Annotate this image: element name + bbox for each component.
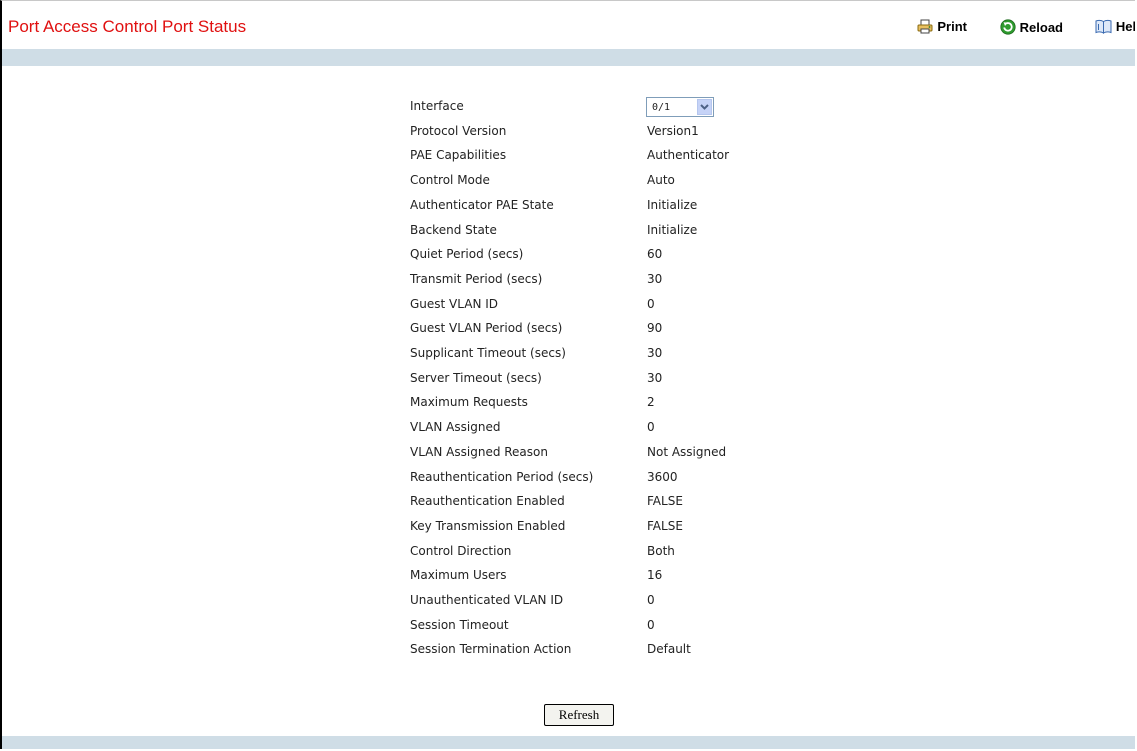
status-row: Reauthentication Enabled FALSE xyxy=(408,492,768,512)
reload-label: Reload xyxy=(1019,19,1063,35)
status-row-label: Reauthentication Enabled xyxy=(410,494,565,508)
status-row: Authenticator PAE State Initialize xyxy=(408,196,768,216)
status-row-label: Maximum Users xyxy=(410,568,507,582)
status-row-value: FALSE xyxy=(647,519,683,533)
status-row-value: FALSE xyxy=(647,494,683,508)
reload-button[interactable]: Reload xyxy=(1000,19,1063,35)
status-row: Unauthenticated VLAN ID 0 xyxy=(408,591,768,611)
status-row-value: Version1 xyxy=(647,124,699,138)
page-frame: Port Access Control Port Status Print Re… xyxy=(0,0,1135,749)
status-row: VLAN Assigned Reason Not Assigned xyxy=(408,443,768,463)
status-row-value: Auto xyxy=(647,173,675,187)
status-row-label: Quiet Period (secs) xyxy=(410,247,524,261)
status-row-label: Unauthenticated VLAN ID xyxy=(410,593,564,607)
status-row-value: 0 xyxy=(647,297,655,311)
status-row: Maximum Requests 2 xyxy=(408,393,768,413)
status-row-label: Protocol Version xyxy=(410,124,507,138)
status-row: Control Mode Auto xyxy=(408,171,768,191)
status-row-value: 0 xyxy=(647,593,655,607)
status-row-value: 30 xyxy=(647,346,663,360)
help-book-icon xyxy=(1095,19,1112,34)
status-row-label: VLAN Assigned xyxy=(410,420,501,434)
status-row: Guest VLAN ID 0 xyxy=(408,295,768,315)
status-row-label: Transmit Period (secs) xyxy=(410,272,543,286)
reload-icon xyxy=(1000,19,1016,35)
status-row: Maximum Users 16 xyxy=(408,566,768,586)
status-row: Session Timeout 0 xyxy=(408,616,768,636)
status-row-value: 16 xyxy=(647,568,663,582)
status-row-value: Default xyxy=(647,642,691,656)
header-divider-bar xyxy=(2,49,1135,66)
printer-icon xyxy=(917,19,933,34)
help-button[interactable]: Help xyxy=(1095,19,1135,34)
help-label: Help xyxy=(1115,19,1135,34)
status-row-value: Not Assigned xyxy=(647,445,727,459)
status-row: Session Termination Action Default xyxy=(408,640,768,660)
status-row-value: 60 xyxy=(647,247,663,261)
status-row: Backend State Initialize xyxy=(408,221,768,241)
status-row: Control Direction Both xyxy=(408,542,768,562)
status-row-label: Supplicant Timeout (secs) xyxy=(410,346,566,360)
status-row-label: Backend State xyxy=(410,223,497,237)
status-row-value: Initialize xyxy=(647,198,698,212)
status-row-label: Session Termination Action xyxy=(410,642,572,656)
status-row: PAE Capabilities Authenticator xyxy=(408,146,768,166)
chevron-down-icon[interactable] xyxy=(697,99,712,115)
status-row-label: VLAN Assigned Reason xyxy=(410,445,548,459)
status-row: Supplicant Timeout (secs) 30 xyxy=(408,344,768,364)
status-row-label: Maximum Requests xyxy=(410,395,528,409)
status-row-value: 0 xyxy=(647,618,655,632)
status-row-label: PAE Capabilities xyxy=(410,148,507,162)
interface-label: Interface xyxy=(410,99,464,113)
status-row: Reauthentication Period (secs) 3600 xyxy=(408,468,768,488)
status-row: Server Timeout (secs) 30 xyxy=(408,369,768,389)
page-title: Port Access Control Port Status xyxy=(8,17,247,36)
refresh-button[interactable]: Refresh xyxy=(544,704,614,726)
status-row: Transmit Period (secs) 30 xyxy=(408,270,768,290)
status-row-value: 30 xyxy=(647,371,663,385)
status-row-value: 30 xyxy=(647,272,663,286)
status-row-label: Reauthentication Period (secs) xyxy=(410,470,594,484)
status-row: Key Transmission Enabled FALSE xyxy=(408,517,768,537)
status-row-label: Key Transmission Enabled xyxy=(410,519,566,533)
status-row-label: Authenticator PAE State xyxy=(410,198,554,212)
status-row-label: Control Mode xyxy=(410,173,490,187)
status-row-label: Control Direction xyxy=(410,544,512,558)
interface-row: Interface 0/1 xyxy=(408,97,768,117)
status-row: VLAN Assigned 0 xyxy=(408,418,768,438)
status-row-value: 2 xyxy=(647,395,655,409)
status-row-value: Authenticator xyxy=(647,148,730,162)
interface-select[interactable]: 0/1 xyxy=(646,97,714,117)
status-row-label: Guest VLAN ID xyxy=(410,297,499,311)
status-row-label: Guest VLAN Period (secs) xyxy=(410,321,563,335)
status-row: Guest VLAN Period (secs) 90 xyxy=(408,319,768,339)
status-row: Quiet Period (secs) 60 xyxy=(408,245,768,265)
status-row-value: Both xyxy=(647,544,675,558)
status-row: Protocol Version Version1 xyxy=(408,122,768,142)
status-row-value: 3600 xyxy=(647,470,678,484)
status-row-label: Session Timeout xyxy=(410,618,509,632)
print-label: Print xyxy=(937,19,967,34)
status-row-value: 90 xyxy=(647,321,663,335)
status-row-label: Server Timeout (secs) xyxy=(410,371,542,385)
status-row-value: 0 xyxy=(647,420,655,434)
print-button[interactable]: Print xyxy=(917,19,967,34)
footer-bar xyxy=(2,736,1135,749)
interface-select-value: 0/1 xyxy=(652,102,671,113)
status-row-value: Initialize xyxy=(647,223,698,237)
